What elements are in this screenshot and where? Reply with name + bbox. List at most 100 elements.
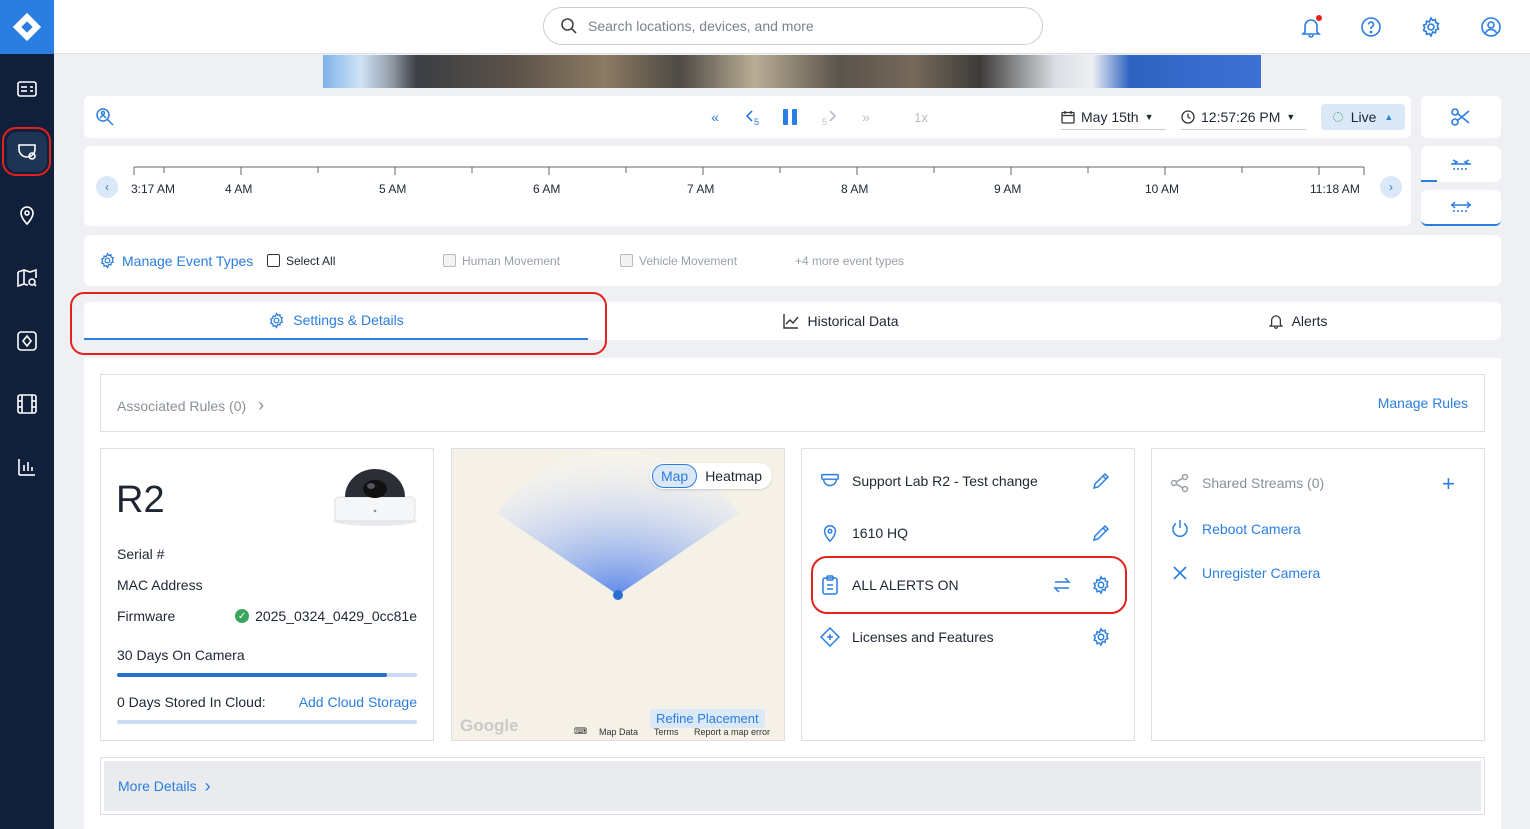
check-circle-icon: ✓ bbox=[235, 609, 250, 623]
location-pin-icon[interactable] bbox=[7, 195, 47, 235]
rewind-fast-icon[interactable]: « bbox=[704, 104, 726, 130]
timeline-ruler bbox=[133, 166, 1365, 175]
pause-icon[interactable] bbox=[779, 104, 801, 130]
sidebar bbox=[0, 0, 54, 829]
select-all-checkbox[interactable]: Select All bbox=[267, 235, 335, 286]
analytics-icon[interactable] bbox=[7, 447, 47, 487]
camera-icon bbox=[821, 473, 839, 487]
days-on-camera: 30 Days On Camera bbox=[117, 647, 245, 663]
zoom-indicator bbox=[1421, 180, 1437, 182]
tab-historical-data[interactable]: Historical Data bbox=[588, 302, 1094, 340]
search-person-icon[interactable] bbox=[94, 104, 116, 130]
tab-alerts[interactable]: Alerts bbox=[1094, 302, 1501, 340]
close-x-icon bbox=[1173, 566, 1187, 580]
unregister-camera-button[interactable]: Unregister Camera bbox=[1170, 563, 1320, 583]
refine-placement-button[interactable]: Refine Placement bbox=[650, 709, 765, 728]
manage-rules-link[interactable]: Manage Rules bbox=[1378, 395, 1468, 411]
licenses-label: Licenses and Features bbox=[852, 629, 994, 645]
camera-actions-card: Shared Streams (0) + Reboot Camera Unreg… bbox=[1151, 448, 1485, 741]
firmware-value: ✓ 2025_0324_0429_0cc81e bbox=[235, 608, 417, 624]
help-icon[interactable] bbox=[1357, 13, 1385, 41]
map-heatmap-toggle[interactable]: Map Heatmap bbox=[649, 463, 772, 489]
report-map-error-link[interactable]: Report a map error bbox=[694, 727, 770, 737]
skip-back-5-icon[interactable]: 5 bbox=[742, 104, 764, 130]
manage-event-types-link[interactable]: Manage Event Types bbox=[99, 235, 253, 286]
timeline-tick: 9 AM bbox=[994, 182, 1022, 196]
days-in-cloud: 0 Days Stored In Cloud: bbox=[117, 694, 266, 710]
live-label: Live bbox=[1350, 109, 1377, 125]
skip-forward-5-icon[interactable]: 5 bbox=[818, 104, 840, 130]
camera-map[interactable]: Map Heatmap Refine Placement Google ⌨ Ma… bbox=[451, 448, 785, 741]
edit-location-pencil-icon[interactable] bbox=[1091, 523, 1111, 543]
camera-name: R2 bbox=[116, 479, 165, 521]
add-cloud-storage-link[interactable]: Add Cloud Storage bbox=[299, 694, 417, 710]
edit-name-pencil-icon[interactable] bbox=[1091, 471, 1111, 491]
google-logo: Google bbox=[460, 716, 519, 735]
camera-image: ◆ bbox=[331, 463, 419, 527]
heatmap-toggle-option[interactable]: Heatmap bbox=[697, 465, 770, 487]
timeline[interactable]: ‹ › 3:17 AM 4 AM 5 AM 6 AM 7 AM 8 AM 9 A… bbox=[84, 146, 1411, 226]
power-icon bbox=[1172, 520, 1188, 537]
add-stream-plus-icon[interactable]: + bbox=[1442, 471, 1455, 497]
mac-address-label: MAC Address bbox=[117, 577, 203, 593]
logo-icon[interactable] bbox=[0, 0, 54, 54]
search-placeholder: Search locations, devices, and more bbox=[588, 18, 814, 34]
terms-link[interactable]: Terms bbox=[654, 727, 679, 737]
event-types-bar: Manage Event Types Select All Human Move… bbox=[84, 235, 1501, 286]
timeline-tick: 11:18 AM bbox=[1310, 182, 1360, 196]
search-input[interactable]: Search locations, devices, and more bbox=[543, 7, 1043, 45]
more-event-types-link[interactable]: +4 more event types bbox=[795, 235, 904, 286]
map-search-icon[interactable] bbox=[7, 258, 47, 298]
dashboard-icon[interactable] bbox=[7, 69, 47, 109]
zoom-in-timeline-button[interactable] bbox=[1421, 146, 1501, 182]
camera-nav-highlight bbox=[2, 127, 51, 176]
unregister-camera-label: Unregister Camera bbox=[1202, 565, 1321, 581]
keyboard-icon[interactable]: ⌨ bbox=[574, 726, 587, 737]
vehicle-movement-checkbox[interactable]: Vehicle Movement bbox=[620, 235, 737, 286]
zoom-out-timeline-button[interactable] bbox=[1421, 190, 1501, 226]
camera-name-row: Support Lab R2 - Test change bbox=[820, 471, 1038, 491]
fast-forward-icon[interactable]: » bbox=[855, 104, 877, 130]
human-movement-checkbox[interactable]: Human Movement bbox=[443, 235, 560, 286]
video-archive-icon[interactable] bbox=[7, 384, 47, 424]
map-toggle-option[interactable]: Map bbox=[651, 464, 698, 488]
associated-rules-link[interactable]: Associated Rules (0) › bbox=[117, 395, 264, 416]
associated-rules-label: Associated Rules (0) bbox=[117, 397, 247, 414]
human-movement-label: Human Movement bbox=[462, 253, 561, 268]
checkbox-box bbox=[620, 254, 633, 267]
checkbox-box bbox=[267, 254, 280, 267]
tab-label: Historical Data bbox=[807, 313, 899, 329]
video-preview[interactable] bbox=[323, 55, 1261, 88]
time-selector[interactable]: 12:57:26 PM ▼ bbox=[1181, 104, 1306, 130]
field-of-view-cone bbox=[497, 451, 739, 600]
days-on-camera-bar bbox=[117, 673, 417, 677]
bell-icon bbox=[1268, 315, 1283, 329]
settings-gear-icon[interactable] bbox=[1417, 13, 1445, 41]
shared-streams-row: Shared Streams (0) bbox=[1170, 473, 1324, 493]
date-selector[interactable]: May 15th ▼ bbox=[1061, 104, 1166, 130]
playback-speed[interactable]: 1x bbox=[906, 104, 936, 130]
checkbox-box bbox=[443, 254, 456, 267]
gear-icon bbox=[100, 252, 115, 269]
live-button[interactable]: Live ▲ bbox=[1321, 104, 1405, 130]
tab-label: Alerts bbox=[1291, 313, 1328, 329]
search-icon bbox=[561, 18, 577, 34]
serial-label: Serial # bbox=[117, 546, 165, 562]
camera-full-name: Support Lab R2 - Test change bbox=[852, 473, 1038, 489]
timeline-tick: 5 AM bbox=[379, 182, 407, 196]
clip-button[interactable] bbox=[1421, 96, 1501, 138]
access-control-icon[interactable] bbox=[7, 321, 47, 361]
more-details-button[interactable]: More Details › bbox=[104, 761, 1481, 811]
timeline-tick: 8 AM bbox=[841, 182, 869, 196]
diamond-plus-icon bbox=[820, 627, 840, 647]
select-all-label: Select All bbox=[286, 253, 336, 268]
map-data-link[interactable]: Map Data bbox=[599, 727, 638, 737]
notifications-bell-icon[interactable] bbox=[1297, 13, 1325, 41]
user-account-icon[interactable] bbox=[1477, 13, 1505, 41]
reboot-camera-button[interactable]: Reboot Camera bbox=[1170, 519, 1301, 539]
chevron-right-icon: › bbox=[258, 395, 265, 415]
licenses-settings-gear-icon[interactable] bbox=[1091, 627, 1111, 647]
firmware-label: Firmware bbox=[117, 608, 176, 624]
cloud-storage-bar bbox=[117, 720, 417, 724]
location-name: 1610 HQ bbox=[852, 525, 909, 541]
